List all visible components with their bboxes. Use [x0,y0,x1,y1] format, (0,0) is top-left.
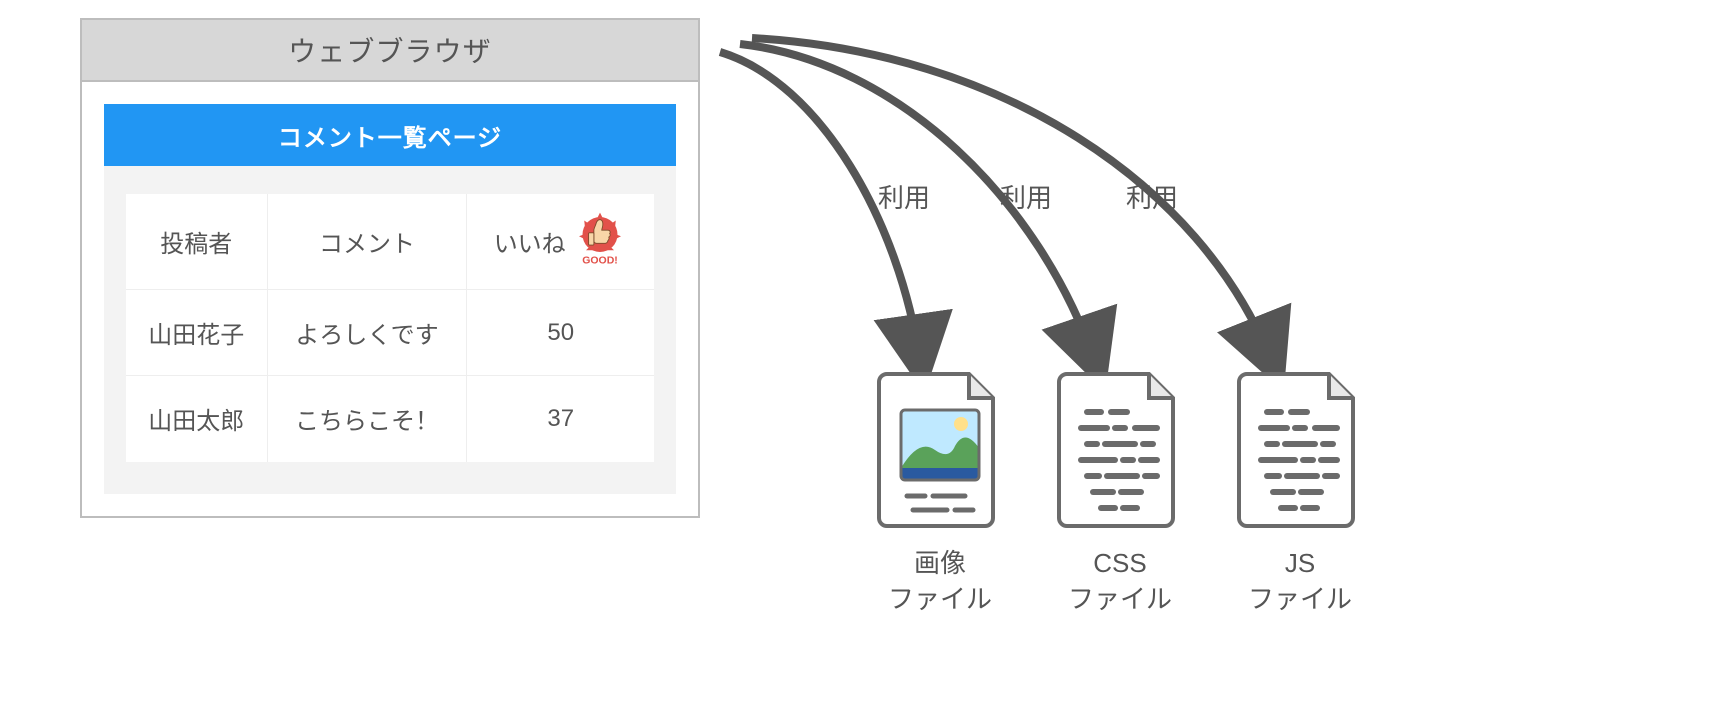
table-row: 山田花子 よろしくです 50 [126,290,654,376]
js-file-icon [1237,370,1363,535]
browser-window: ウェブブラウザ コメント一覧ページ 投稿者 コメント いいね [80,18,700,518]
cell-poster: 山田花子 [126,290,267,376]
file-css: CSS ファイル [1040,370,1200,618]
page-content: 投稿者 コメント いいね [104,166,676,494]
file-image: 画像 ファイル [860,370,1020,618]
cell-comment: よろしくです [267,290,467,376]
file-image-label: 画像 ファイル [888,545,992,618]
page-title-bar: コメント一覧ページ [104,104,676,166]
col-likes: いいね [467,194,654,290]
file-css-label: CSS ファイル [1068,545,1172,618]
table-header-row: 投稿者 コメント いいね [126,194,654,290]
cell-likes: 37 [467,376,654,462]
browser-body: コメント一覧ページ 投稿者 コメント いいね [82,82,698,516]
cell-likes: 50 [467,290,654,376]
cell-poster: 山田太郎 [126,376,267,462]
file-js: JS ファイル [1220,370,1380,618]
file-js-label: JS ファイル [1248,545,1352,618]
table-row: 山田太郎 こちらこそ！ 37 [126,376,654,462]
col-comment: コメント [267,194,467,290]
arrow-label-2: 利用 [1000,178,1052,215]
page-title: コメント一覧ページ [278,118,502,153]
browser-title: ウェブブラウザ [288,30,492,70]
image-file-icon [877,370,1003,535]
good-badge-text: GOOD! [582,254,618,266]
col-poster: 投稿者 [126,194,267,290]
thumbs-up-good-icon: GOOD! [572,210,628,273]
arrow-label-3: 利用 [1126,178,1178,215]
cell-comment: こちらこそ！ [267,376,467,462]
arrow-label-1: 利用 [878,178,930,215]
comments-table: 投稿者 コメント いいね [126,194,654,462]
files-row: 画像 ファイル CSS ファイル [860,370,1380,618]
browser-titlebar: ウェブブラウザ [82,20,698,82]
css-file-icon [1057,370,1183,535]
col-likes-label: いいね [494,224,566,259]
